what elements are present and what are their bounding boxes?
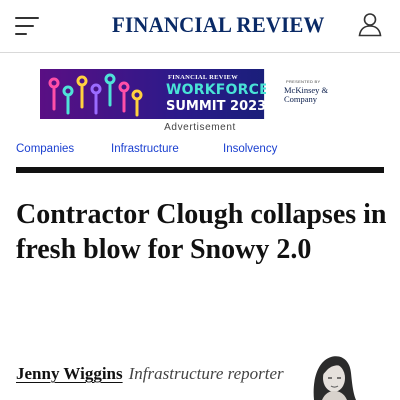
article-headline: Contractor Clough collapses in fresh blo…: [16, 199, 387, 265]
advertisement-banner[interactable]: FINANCIAL REVIEW WORKFORCE SUMMIT 2023 P…: [40, 69, 360, 119]
topic-link-infrastructure[interactable]: Infrastructure: [111, 143, 179, 155]
topic-link-companies[interactable]: Companies: [16, 143, 74, 155]
hamburger-menu-icon[interactable]: [15, 16, 41, 36]
site-header: FINANCIAL REVIEW: [0, 0, 400, 53]
topic-link-insolvency[interactable]: Insolvency: [223, 143, 277, 155]
author-link[interactable]: Jenny Wiggins: [16, 364, 123, 383]
ad-title-line1: WORKFORCE: [166, 82, 269, 98]
advertisement-label: Advertisement: [164, 122, 236, 133]
user-account-icon[interactable]: [357, 11, 383, 37]
ad-brand: FINANCIAL REVIEW: [168, 74, 238, 81]
article-byline: Jenny Wiggins Infrastructure reporter: [16, 364, 286, 384]
section-divider: [16, 167, 384, 173]
ad-sponsor-panel: PRESENTED BY McKinsey & Company: [266, 69, 360, 119]
author-avatar[interactable]: [306, 345, 360, 400]
ad-presented-by: PRESENTED BY: [286, 79, 321, 84]
ad-sponsor-name: McKinsey & Company: [284, 85, 329, 104]
author-role: Infrastructure reporter: [128, 364, 284, 383]
ad-event-text: FINANCIAL REVIEW WORKFORCE SUMMIT 2023: [158, 69, 269, 119]
site-logo[interactable]: FINANCIAL REVIEW: [112, 12, 324, 38]
ad-title-line2: SUMMIT 2023: [166, 99, 267, 114]
people-illustration-icon: [48, 73, 143, 117]
